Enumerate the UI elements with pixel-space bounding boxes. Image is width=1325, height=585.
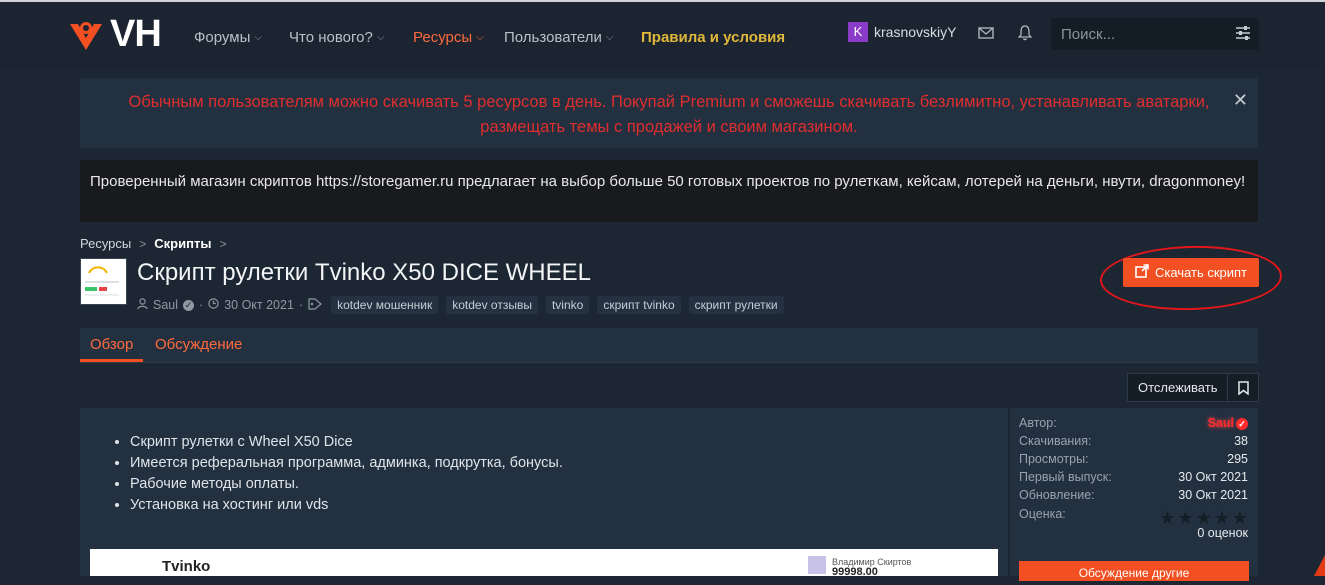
info-row-updated: Обновление: 30 Окт 2021 [1019, 488, 1248, 506]
nav-rules-label: Правила и условия [641, 28, 786, 46]
chevron-down-icon: ⌵ [476, 31, 484, 43]
info-row-downloads: Скачивания: 38 [1019, 434, 1248, 452]
more-button[interactable]: Обсуждение другие [1019, 561, 1249, 581]
download-button[interactable]: Скачать скрипт [1123, 258, 1259, 287]
corner-marker [1314, 555, 1325, 576]
nav-rules[interactable]: Правила и условия [641, 26, 785, 48]
external-link-icon [1135, 264, 1149, 281]
info-label: Автор: [1019, 416, 1057, 430]
logo-text: VH [110, 13, 162, 55]
tag[interactable]: kotdev мошенник [331, 296, 439, 314]
chevron-right-icon: > [139, 236, 147, 251]
nav-forums-label: Форумы [194, 28, 251, 46]
filter-sliders-icon[interactable] [1235, 25, 1251, 43]
feature-list: Скрипт рулетки с Wheel X50 Dice Имеется … [80, 432, 563, 516]
search-input[interactable] [1059, 24, 1233, 44]
list-item: Имеется реферальная программа, админка, … [130, 453, 563, 474]
user-icon [137, 297, 148, 313]
chevron-down-icon: ⌵ [254, 31, 262, 43]
info-label: Оценка: [1019, 507, 1066, 521]
tag[interactable]: tvinko [545, 296, 590, 314]
nav-resources[interactable]: Ресурсы ⌵ [413, 26, 484, 48]
chevron-right-icon: > [219, 236, 227, 251]
nav-resources-label: Ресурсы [413, 28, 473, 46]
ad-notice-text: Проверенный магазин скриптов https://sto… [90, 173, 1246, 190]
star-icon: ★ [1177, 508, 1194, 528]
nav-whats-new[interactable]: Что нового? ⌵ [289, 26, 384, 48]
nav-users-label: Пользователи [504, 28, 602, 46]
nav-forums[interactable]: Форумы ⌵ [194, 26, 262, 48]
bell-icon[interactable] [1014, 22, 1036, 44]
nav-users[interactable]: Пользователи ⌵ [504, 26, 614, 48]
preview-user: Владимир Скиртов 99998.00 [832, 557, 911, 578]
tab-overview[interactable]: Обзор [80, 328, 144, 362]
tag[interactable]: скрипт рулетки [688, 296, 784, 314]
username: krasnovskiyY [874, 24, 957, 40]
ad-notice: Проверенный магазин скриптов https://sto… [80, 160, 1258, 222]
tag[interactable]: kotdev отзывы [446, 296, 538, 314]
resource-thumbnail [80, 258, 127, 305]
breadcrumb-scripts[interactable]: Скрипты [154, 236, 211, 251]
tag[interactable]: скрипт tvinko [597, 296, 681, 314]
info-value: 295 [1227, 452, 1248, 466]
preview-brand: Tvinko [162, 558, 211, 575]
resource-meta: Saul ✓ · 30 Окт 2021 · kotdev мошенник k… [137, 295, 787, 315]
preview-avatar [808, 556, 826, 574]
info-label: Обновление: [1019, 488, 1095, 502]
search-box[interactable] [1051, 18, 1259, 50]
info-value: 30 Окт 2021 [1178, 488, 1248, 502]
breadcrumb: Ресурсы > Скрипты > [80, 236, 226, 251]
nav-whats-new-label: Что нового? [289, 28, 373, 46]
verified-icon: ✓ [1236, 418, 1248, 430]
chevron-down-icon: ⌵ [605, 31, 614, 43]
info-label: Первый выпуск: [1019, 470, 1112, 484]
download-button-label: Скачать скрипт [1154, 265, 1248, 280]
list-item: Рабочие методы оплаты. [130, 474, 563, 495]
breadcrumb-resources[interactable]: Ресурсы [80, 236, 131, 251]
premium-notice-text: Обычным пользователям можно скачивать 5 … [128, 93, 1210, 136]
info-label: Просмотры: [1019, 452, 1089, 466]
info-label: Скачивания: [1019, 434, 1092, 448]
watch-button[interactable]: Отслеживать [1127, 373, 1229, 402]
logo-icon [70, 22, 102, 50]
close-icon[interactable]: ✕ [1233, 88, 1248, 113]
user-menu[interactable]: K krasnovskiyY [848, 22, 956, 42]
resource-info-sidebar: Автор: Saul ✓ Скачивания: 38 Просмотры: 2… [1010, 408, 1258, 576]
resource-date: 30 Окт 2021 [224, 298, 294, 312]
meta-separator: · [298, 298, 304, 312]
info-author-name: Saul [1207, 416, 1234, 430]
info-row-author: Автор: Saul ✓ [1019, 416, 1248, 434]
page-title: Скрипт рулетки Tvinko X50 DICE WHEEL [137, 259, 591, 286]
envelope-icon[interactable] [975, 22, 997, 44]
preview-balance: 99998.00 [832, 566, 878, 578]
chevron-down-icon: ⌵ [376, 31, 385, 43]
tab-discussion[interactable]: Обсуждение [145, 328, 252, 362]
tags-icon [308, 297, 323, 313]
author-link[interactable]: Saul [153, 298, 178, 312]
rating-count: 0 оценок [1197, 526, 1248, 540]
bookmark-icon[interactable] [1228, 373, 1260, 402]
avatar: K [848, 22, 868, 42]
info-value: 30 Окт 2021 [1178, 470, 1248, 484]
meta-separator: · [199, 298, 204, 312]
info-value: 38 [1234, 434, 1248, 448]
site-logo[interactable]: VH [68, 13, 162, 55]
premium-notice: Обычным пользователям можно скачивать 5 … [80, 78, 1258, 148]
info-row-views: Просмотры: 295 [1019, 452, 1248, 470]
list-item: Скрипт рулетки с Wheel X50 Dice [130, 432, 563, 453]
resource-tabs: Обзор Обсуждение [80, 328, 1258, 363]
watch-controls: Отслеживать [1127, 373, 1260, 402]
clock-icon [208, 298, 219, 312]
info-author[interactable]: Saul ✓ [1208, 416, 1248, 434]
star-icon: ★ [1159, 508, 1176, 528]
list-item: Установка на хостинг или vds [130, 495, 563, 516]
info-row-first-release: Первый выпуск: 30 Окт 2021 [1019, 470, 1248, 488]
verified-icon: ✓ [183, 299, 195, 311]
